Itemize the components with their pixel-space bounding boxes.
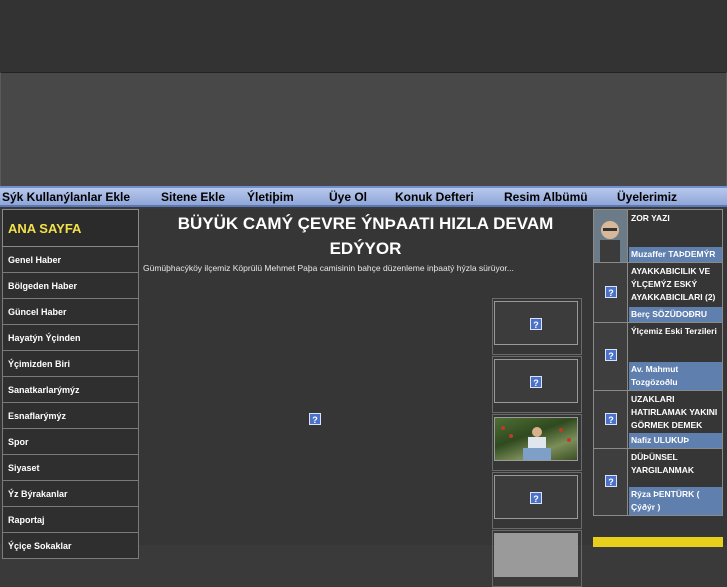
missing-image-icon: ? [605,349,617,361]
sidebar-item-streets[interactable]: Ýçiçe Sokaklar [2,533,139,559]
author-photo[interactable]: ? [594,449,628,515]
missing-image-icon: ? [605,475,617,487]
columnist-name[interactable]: Nafiz ULUKUÞ [629,433,722,448]
nav-add-to-site[interactable]: Sitene Ekle [161,190,225,204]
gallery-photo-thumbnail[interactable] [494,417,578,461]
missing-image-icon: ? [530,376,542,388]
main-navigation: Sýk Kullanýlanlar Ekle Sitene Ekle Ýleti… [0,186,727,207]
sidebar-item-regional-news[interactable]: Bölgeden Haber [2,273,139,299]
sidebar-item-home[interactable]: ANA SAYFA [2,209,139,247]
gallery-thumbnail[interactable]: ? [494,359,578,403]
missing-image-icon: ? [605,413,617,425]
sidebar-item-from-life[interactable]: Hayatýn Ýçinden [2,325,139,351]
nav-members[interactable]: Üyelerimiz [617,190,677,204]
nav-register[interactable]: Üye Ol [329,190,367,204]
columnist-name[interactable]: Berç SÖZÜDOÐRU [629,307,722,322]
author-photo[interactable]: ? [594,323,628,390]
column-title[interactable]: AYAKKABICILIK VE ÝLÇEMÝZ ESKÝ AYAKKABICI… [629,263,722,304]
nav-contact[interactable]: Ýletiþim [247,190,294,204]
missing-image-icon[interactable]: ? [309,413,321,425]
site-banner [0,72,727,187]
columnists-panel: ZOR YAZI Muzaffer TAÞDEMÝR ? AYAKKABICIL… [593,209,723,516]
photo-thumbnails: ? ? ? [492,298,582,587]
nav-guestbook[interactable]: Konuk Defteri [395,190,474,204]
author-portrait-icon [594,210,627,262]
columnist-entry: ? DÜÞÜNSEL YARGILANMAK Rýza ÞENTÜRK ( Çý… [593,448,723,516]
nav-add-favorites[interactable]: Sýk Kullanýlanlar Ekle [2,190,130,204]
columnist-entry: ZOR YAZI Muzaffer TAÞDEMÝR [593,209,723,262]
sidebar-item-reportage[interactable]: Raportaj [2,507,139,533]
sidebar-item-politics[interactable]: Siyaset [2,455,139,481]
columnist-name[interactable]: Av. Mahmut Tozgözoðlu [629,362,722,390]
sidebar-item-general-news[interactable]: Genel Haber [2,247,139,273]
gallery-thumbnail[interactable] [494,533,578,577]
column-title[interactable]: UZAKLARI HATIRLAMAK YAKINI GÖRMEK DEMEK [629,391,722,432]
columnist-entry: ? AYAKKABICILIK VE ÝLÇEMÝZ ESKÝ AYAKKABI… [593,262,723,322]
columnist-entry: ? UZAKLARI HATIRLAMAK YAKINI GÖRMEK DEME… [593,390,723,448]
sidebar-item-sports[interactable]: Spor [2,429,139,455]
gallery-thumbnail[interactable]: ? [494,301,578,345]
yellow-banner [593,537,723,547]
sidebar-item-artisans[interactable]: Sanatkarlarýmýz [2,377,139,403]
author-photo[interactable]: ? [594,391,628,448]
columnist-name[interactable]: Muzaffer TAÞDEMÝR [629,247,722,262]
missing-image-icon: ? [530,318,542,330]
columnist-name[interactable]: Rýza ÞENTÜRK ( Çýðýr ) [629,487,722,515]
sidebar-item-current-news[interactable]: Güncel Haber [2,299,139,325]
sidebar-item-notable-people[interactable]: Ýz Býrakanlar [2,481,139,507]
author-photo[interactable]: ? [594,263,628,322]
nav-photo-album[interactable]: Resim Albümü [504,190,588,204]
column-title[interactable]: ZOR YAZI [629,210,722,225]
category-sidebar: ANA SAYFA Genel Haber Bölgeden Haber Gün… [2,209,139,559]
article-headline[interactable]: BÜYÜK CAMÝ ÇEVRE ÝNÞAATI HIZLA DEVAM EDÝ… [141,211,590,261]
person-in-garden-icon [501,426,571,460]
gallery-thumbnail[interactable]: ? [494,475,578,519]
author-photo[interactable] [594,210,628,262]
main-area: ANA SAYFA Genel Haber Bölgeden Haber Gün… [0,209,727,587]
columnist-entry: ? Ýlçemiz Eski Terzileri Av. Mahmut Tozg… [593,322,723,390]
article-content: BÜYÜK CAMÝ ÇEVRE ÝNÞAATI HIZLA DEVAM EDÝ… [141,209,590,587]
top-header-band [0,0,727,72]
article-summary: Gümüþhacýköy ilçemiz Köprülü Mehmet Paþa… [143,263,514,273]
sidebar-item-one-of-us[interactable]: Ýçimizden Biri [2,351,139,377]
column-title[interactable]: DÜÞÜNSEL YARGILANMAK [629,449,722,477]
missing-image-icon: ? [605,286,617,298]
sidebar-item-tradesmen[interactable]: Esnaflarýmýz [2,403,139,429]
missing-image-icon: ? [530,492,542,504]
column-title[interactable]: Ýlçemiz Eski Terzileri [629,323,722,338]
